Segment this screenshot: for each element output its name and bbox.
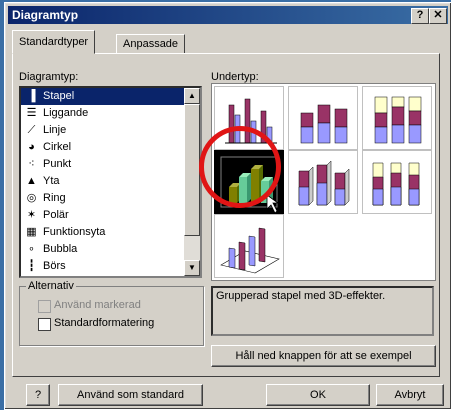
subtype-100-stacked-column[interactable] <box>362 86 432 150</box>
chart-type-label-text: Funktionsyta <box>43 226 106 238</box>
dialog-title: Diagramtyp <box>12 8 79 22</box>
preview-hold-button[interactable]: Håll ned knappen för att se exempel <box>211 345 436 367</box>
line-chart-icon: ⟋ <box>27 124 36 136</box>
chart-type-item[interactable]: ∘ Bubbla <box>21 241 200 258</box>
scroll-up-icon[interactable]: ▲ <box>184 88 200 104</box>
chart-type-label-text: Cirkel <box>43 141 72 153</box>
chart-type-item[interactable]: ◎ Ring <box>21 190 200 207</box>
chart-type-label-text: Ring <box>43 192 66 204</box>
chart-type-label-text: Polär <box>43 209 69 221</box>
apply-selected-label: Använd markerad <box>54 299 141 311</box>
help-button[interactable]: ? <box>411 8 429 24</box>
bar-chart-icon: ▐ <box>27 90 36 102</box>
tab-standard-types[interactable]: Standardtyper <box>12 30 96 54</box>
subtype-3d-100-stacked-column[interactable] <box>362 150 432 214</box>
pie-chart-icon: ◕ <box>28 141 35 153</box>
stock-icon: ┇ <box>28 260 35 272</box>
description-text: Grupperad stapel med 3D-effekter. <box>216 290 386 302</box>
chart-type-item[interactable]: ▦ Funktionsyta <box>21 224 200 241</box>
subtype-3d-stacked-column[interactable] <box>288 150 358 214</box>
chart-type-list[interactable]: ▐ Stapel ☰ Liggande ⟋ Linje ◕ Cirkel ⁖ Punkt ▲ Yta ◎… <box>19 86 202 278</box>
chart-type-label-text: Bubbla <box>43 243 78 255</box>
subtype-stacked-column[interactable] <box>288 86 358 150</box>
chart-type-label-text: Stapel <box>43 90 75 102</box>
chart-type-item[interactable]: ⁖ Punkt <box>21 156 200 173</box>
set-as-default-button[interactable]: Använd som standard <box>58 384 203 406</box>
list-scrollbar[interactable]: ▲ ▼ <box>184 88 200 276</box>
subtype-label: Undertyp: <box>211 71 259 83</box>
apply-selected-checkbox[interactable] <box>38 300 51 313</box>
scatter-icon: ⁖ <box>28 158 35 170</box>
chart-type-label-text: Punkt <box>43 158 72 170</box>
chart-type-item[interactable]: ▲ Yta <box>21 173 200 190</box>
surface-icon: ▦ <box>26 226 37 238</box>
title-bar: Diagramtyp ? ✕ <box>8 6 448 24</box>
chart-type-item[interactable]: ☰ Liggande <box>21 105 200 122</box>
scroll-down-icon[interactable]: ▼ <box>184 260 200 276</box>
chart-type-item[interactable]: ◕ Cirkel <box>21 139 200 156</box>
radar-icon: ✶ <box>26 209 37 221</box>
subtype-3d-column[interactable] <box>214 214 284 278</box>
chart-type-label-text: Linje <box>43 124 67 136</box>
chart-type-label-text: Liggande <box>43 107 89 119</box>
highlight-circle <box>199 126 281 208</box>
options-group <box>19 286 204 346</box>
scroll-thumb[interactable] <box>184 104 200 236</box>
ok-button[interactable]: OK <box>266 384 370 406</box>
close-button[interactable]: ✕ <box>429 8 447 24</box>
subtype-description: Grupperad stapel med 3D-effekter. <box>211 286 434 336</box>
cancel-button[interactable]: Avbryt <box>376 384 444 406</box>
chart-type-item[interactable]: ⟋ Linje <box>21 122 200 139</box>
chart-type-item[interactable]: ✶ Polär <box>21 207 200 224</box>
default-formatting-checkbox[interactable] <box>38 318 51 331</box>
chart-type-item[interactable]: ▐ Stapel <box>21 88 200 105</box>
tab-custom-types[interactable]: Anpassade <box>116 34 186 54</box>
help-icon[interactable]: ? <box>26 384 50 406</box>
horizontal-bar-icon: ☰ <box>26 107 37 119</box>
area-chart-icon: ▲ <box>26 175 37 187</box>
default-formatting-label: Standardformatering <box>54 317 155 329</box>
chart-type-item[interactable]: ┇ Börs <box>21 258 200 275</box>
bubble-icon: ∘ <box>28 243 35 255</box>
options-group-title: Alternativ <box>26 280 76 292</box>
chart-type-label: Diagramtyp: <box>19 71 79 83</box>
chart-type-label-text: Börs <box>43 260 66 272</box>
chart-type-label-text: Yta <box>43 175 60 187</box>
doughnut-icon: ◎ <box>26 192 37 204</box>
